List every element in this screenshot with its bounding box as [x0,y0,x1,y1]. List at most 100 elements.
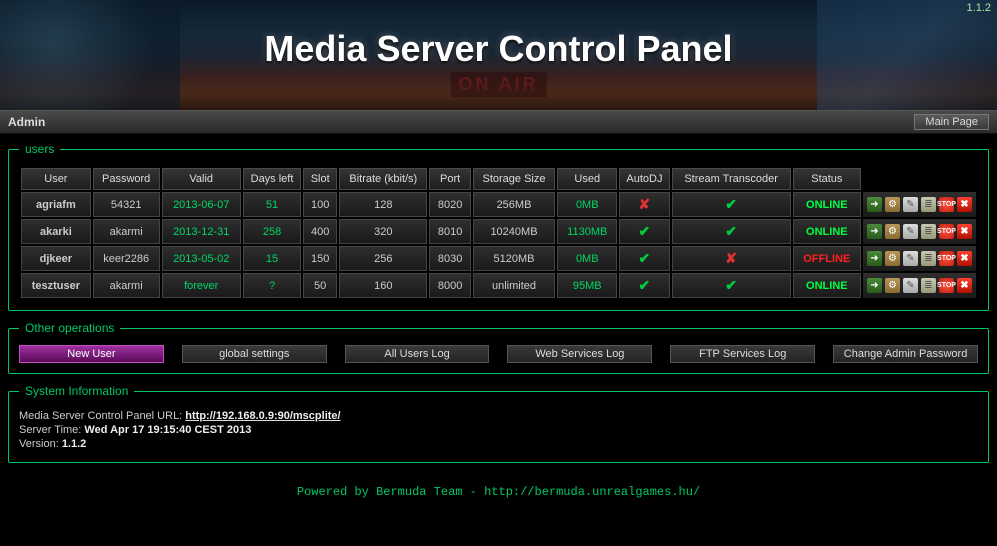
cell-actions: ➜⚙✎≣STOP✖ [863,192,976,217]
change-admin-password-button[interactable]: Change Admin Password [833,345,978,363]
cell-transcoder: ✘ [672,246,791,271]
cell-autodj: ✔ [619,246,669,271]
cell-password: 54321 [93,192,160,217]
log-icon[interactable]: ≣ [921,197,936,212]
cell-password: akarmi [93,219,160,244]
footer: Powered by Bermuda Team - http://bermuda… [0,477,997,511]
cell-password: keer2286 [93,246,160,271]
cell-used: 0MB [557,192,617,217]
cell-bitrate: 128 [339,192,427,217]
cell-bitrate: 256 [339,246,427,271]
log-icon[interactable]: ≣ [921,224,936,239]
cell-storage: unlimited [473,273,556,298]
sysinfo-url-label: Media Server Control Panel URL: [19,410,185,422]
cell-slot: 100 [303,192,337,217]
cell-valid: 2013-12-31 [162,219,241,244]
cell-user: akarki [21,219,91,244]
cell-actions: ➜⚙✎≣STOP✖ [863,246,976,271]
cell-bitrate: 160 [339,273,427,298]
sysinfo-time-value: Wed Apr 17 19:15:40 CEST 2013 [84,424,251,436]
cell-autodj: ✔ [619,219,669,244]
cell-storage: 5120MB [473,246,556,271]
stop-icon[interactable]: STOP [939,224,954,239]
cell-transcoder: ✔ [672,192,791,217]
log-icon[interactable]: ≣ [921,278,936,293]
edit-icon[interactable]: ✎ [903,224,918,239]
footer-text: Powered by Bermuda Team - [297,485,484,499]
table-row: tesztuserakarmiforever?501608000unlimite… [21,273,976,298]
login-icon[interactable]: ➜ [867,278,882,293]
main-page-button[interactable]: Main Page [914,114,989,130]
sysinfo-url-line: Media Server Control Panel URL: http://1… [19,410,978,422]
delete-icon[interactable]: ✖ [957,197,972,212]
footer-link[interactable]: http://bermuda.unrealgames.hu/ [484,485,700,499]
log-icon[interactable]: ≣ [921,251,936,266]
cell-user: agriafm [21,192,91,217]
check-icon: ✔ [725,223,737,239]
col-days-left: Days left [243,168,301,190]
config-icon[interactable]: ⚙ [885,224,900,239]
all-users-log-button[interactable]: All Users Log [345,345,490,363]
cell-port: 8020 [429,192,470,217]
cell-port: 8010 [429,219,470,244]
config-icon[interactable]: ⚙ [885,197,900,212]
login-icon[interactable]: ➜ [867,251,882,266]
cell-status: ONLINE [793,273,861,298]
col-status: Status [793,168,861,190]
cell-transcoder: ✔ [672,273,791,298]
cell-valid: forever [162,273,241,298]
cell-storage: 10240MB [473,219,556,244]
delete-icon[interactable]: ✖ [957,251,972,266]
global-settings-button[interactable]: global settings [182,345,327,363]
new-user-button[interactable]: New User [19,345,164,363]
cell-used: 1130MB [557,219,617,244]
system-information-legend: System Information [19,384,134,398]
stop-icon[interactable]: STOP [939,278,954,293]
cell-storage: 256MB [473,192,556,217]
cell-autodj: ✔ [619,273,669,298]
check-icon: ✔ [639,223,651,239]
cell-transcoder: ✔ [672,219,791,244]
cell-port: 8000 [429,273,470,298]
cell-user: tesztuser [21,273,91,298]
cell-days-left: 258 [243,219,301,244]
stop-icon[interactable]: STOP [939,251,954,266]
col-password: Password [93,168,160,190]
col-used: Used [557,168,617,190]
check-icon: ✔ [725,196,737,212]
header-banner: 1.1.2 Media Server Control Panel ON AIR [0,0,997,110]
sysinfo-version-line: Version: 1.1.2 [19,438,978,450]
cell-actions: ➜⚙✎≣STOP✖ [863,273,976,298]
users-table: User Password Valid Days left Slot Bitra… [19,166,978,300]
cell-days-left: 51 [243,192,301,217]
cell-slot: 400 [303,219,337,244]
cell-valid: 2013-05-02 [162,246,241,271]
edit-icon[interactable]: ✎ [903,251,918,266]
table-row: djkeerkeer22862013-05-021515025680305120… [21,246,976,271]
config-icon[interactable]: ⚙ [885,251,900,266]
cell-user: djkeer [21,246,91,271]
sysinfo-url-link[interactable]: http://192.168.0.9:90/mscplite/ [185,410,340,422]
ftp-services-log-button[interactable]: FTP Services Log [670,345,815,363]
delete-icon[interactable]: ✖ [957,224,972,239]
users-fieldset: users User Password Valid Days left Slot… [8,142,989,311]
table-row: agriafm543212013-06-07511001288020256MB0… [21,192,976,217]
edit-icon[interactable]: ✎ [903,197,918,212]
stop-icon[interactable]: STOP [939,197,954,212]
col-port: Port [429,168,470,190]
config-icon[interactable]: ⚙ [885,278,900,293]
cell-bitrate: 320 [339,219,427,244]
table-row: akarkiakarmi2013-12-31258400320801010240… [21,219,976,244]
sysinfo-version-value: 1.1.2 [62,438,86,450]
cell-autodj: ✘ [619,192,669,217]
col-transcoder: Stream Transcoder [672,168,791,190]
edit-icon[interactable]: ✎ [903,278,918,293]
delete-icon[interactable]: ✖ [957,278,972,293]
col-bitrate: Bitrate (kbit/s) [339,168,427,190]
login-icon[interactable]: ➜ [867,197,882,212]
cell-used: 0MB [557,246,617,271]
col-valid: Valid [162,168,241,190]
web-services-log-button[interactable]: Web Services Log [507,345,652,363]
page-title: Media Server Control Panel [0,28,997,70]
login-icon[interactable]: ➜ [867,224,882,239]
